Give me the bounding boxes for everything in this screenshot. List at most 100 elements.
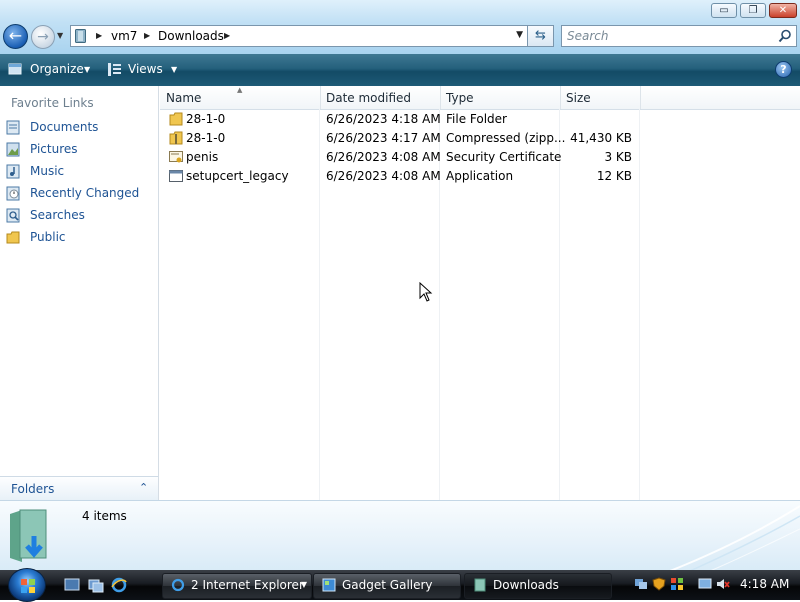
views-label: Views (128, 62, 163, 76)
breadcrumb-separator-icon[interactable]: ▶ (144, 31, 150, 40)
column-header-size[interactable]: Size (560, 86, 641, 109)
downloads-folder-icon (10, 509, 47, 562)
file-date: 6/26/2023 4:17 AM (326, 131, 441, 145)
sidebar-item-public[interactable]: Public (6, 228, 156, 248)
application-icon (169, 170, 183, 182)
task-label: Gadget Gallery (342, 578, 433, 592)
refresh-button[interactable]: ⇆ (528, 25, 554, 47)
file-size: 41,430 KB (570, 131, 632, 145)
sort-ascending-icon: ▲ (237, 86, 243, 94)
column-header-label: Type (446, 91, 474, 105)
pictures-icon (6, 142, 20, 157)
search-icon[interactable] (778, 29, 792, 43)
breadcrumb-separator-icon[interactable]: ▶ (96, 31, 102, 40)
sidebar-item-label: Recently Changed (30, 186, 140, 200)
views-button[interactable]: Views ▼ (103, 54, 183, 86)
file-name: penis (186, 150, 219, 164)
network-icon[interactable] (634, 577, 648, 591)
address-bar[interactable]: ▶ vm7 ▶ Downloads ▶ ▼ (70, 25, 528, 47)
windows-update-icon[interactable] (670, 577, 684, 591)
task-label: 2 Internet Explorer (191, 578, 304, 592)
internet-explorer-icon[interactable] (111, 577, 127, 593)
certificate-icon (169, 151, 183, 163)
mouse-pointer-icon (419, 282, 433, 302)
switch-windows-icon[interactable] (88, 577, 104, 593)
documents-icon (6, 120, 20, 135)
search-input[interactable]: Search (561, 25, 797, 47)
sidebar-item-label: Searches (30, 208, 85, 222)
details-pane: 4 items (0, 500, 800, 570)
file-name: setupcert_legacy (186, 169, 289, 183)
show-desktop-icon[interactable] (64, 577, 80, 593)
breadcrumb-separator-icon[interactable]: ▶ (224, 31, 230, 40)
file-list: ▲ Name Date modified Type Size 28-1-0 6/… (160, 86, 800, 500)
security-shield-icon[interactable] (652, 577, 666, 591)
volume-muted-icon[interactable] (716, 577, 730, 591)
downloads-folder-icon (474, 578, 486, 592)
column-header-label: Size (566, 91, 591, 105)
organize-label: Organize (30, 62, 84, 76)
forward-button[interactable]: → (31, 25, 55, 49)
navigation-pane: Favorite Links Documents Pictures Music … (0, 86, 159, 500)
chevron-up-icon: ⌃ (139, 481, 149, 494)
column-header-label: Date modified (326, 91, 412, 105)
close-button[interactable]: ✕ (769, 3, 797, 18)
start-button[interactable] (8, 568, 46, 602)
sidebar-item-label: Pictures (30, 142, 78, 156)
organize-button[interactable]: Organize ▼ (0, 54, 100, 86)
task-gadget-gallery[interactable]: Gadget Gallery (313, 573, 461, 599)
sidebar-item-label: Music (30, 164, 65, 178)
file-row[interactable]: penis 6/26/2023 4:08 AM Security Certifi… (160, 148, 800, 167)
sidebar-item-label: Public (30, 230, 66, 244)
file-type: Compressed (zipp... (446, 131, 566, 145)
sidebar-item-searches[interactable]: Searches (6, 206, 156, 226)
file-row[interactable]: 28-1-0 6/26/2023 4:17 AM Compressed (zip… (160, 129, 800, 148)
computer-location-icon (75, 29, 86, 43)
back-button[interactable]: ← (3, 24, 28, 49)
organize-icon (8, 63, 22, 75)
file-date: 6/26/2023 4:18 AM (326, 112, 441, 126)
file-row[interactable]: 28-1-0 6/26/2023 4:18 AM File Folder (160, 110, 800, 129)
recently-changed-icon (6, 186, 20, 201)
maximize-button[interactable]: ❐ (740, 3, 766, 18)
breadcrumb-downloads[interactable]: Downloads (158, 29, 224, 43)
favorite-links-heading: Favorite Links (11, 96, 94, 110)
refresh-icon: ⇆ (535, 28, 546, 43)
sidebar-item-music[interactable]: Music (6, 162, 156, 182)
title-bar: ▭ ❐ ✕ ← → ▼ ▶ vm7 ▶ Downloads ▶ ▼ ⇆ Sear… (0, 0, 800, 54)
folder-icon (169, 112, 183, 126)
task-downloads[interactable]: Downloads (464, 573, 612, 599)
task-internet-explorer[interactable]: 2 Internet Explorer ▼ (162, 573, 312, 599)
help-button[interactable]: ? (775, 61, 792, 78)
sidebar-item-recently-changed[interactable]: Recently Changed (6, 184, 156, 204)
address-history-dropdown[interactable]: ▼ (516, 30, 523, 40)
internet-explorer-icon (171, 578, 185, 592)
arrow-right-icon: → (37, 29, 49, 45)
file-size: 12 KB (596, 169, 632, 183)
arrow-left-icon: ← (8, 26, 23, 45)
folders-toggle[interactable]: Folders ⌃ (0, 476, 159, 500)
folder-icon (6, 231, 20, 244)
column-header-type[interactable]: Type (440, 86, 561, 109)
taskbar-clock[interactable]: 4:18 AM (740, 577, 789, 591)
sidebar-item-documents[interactable]: Documents (6, 118, 156, 138)
task-label: Downloads (493, 578, 559, 592)
column-header-label: Name (166, 91, 202, 105)
file-date: 6/26/2023 4:08 AM (326, 169, 441, 183)
views-icon (108, 63, 121, 76)
column-header-name[interactable]: ▲ Name (160, 86, 321, 109)
chevron-down-icon: ▼ (300, 580, 307, 589)
display-icon[interactable] (698, 577, 712, 591)
chevron-down-icon: ▼ (171, 65, 178, 74)
command-bar: Organize ▼ Views ▼ ? (0, 54, 800, 86)
file-name: 28-1-0 (186, 112, 226, 126)
minimize-button[interactable]: ▭ (711, 3, 737, 18)
recent-pages-dropdown[interactable]: ▼ (57, 30, 67, 42)
file-date: 6/26/2023 4:08 AM (326, 150, 441, 164)
column-header-date-modified[interactable]: Date modified (320, 86, 441, 109)
taskbar: 2 Internet Explorer ▼ Gadget Gallery Dow… (0, 570, 800, 600)
breadcrumb-vm7[interactable]: vm7 (111, 29, 137, 43)
file-row[interactable]: setupcert_legacy 6/26/2023 4:08 AM Appli… (160, 167, 800, 186)
sidebar-item-pictures[interactable]: Pictures (6, 140, 156, 160)
file-type: Application (446, 169, 514, 183)
